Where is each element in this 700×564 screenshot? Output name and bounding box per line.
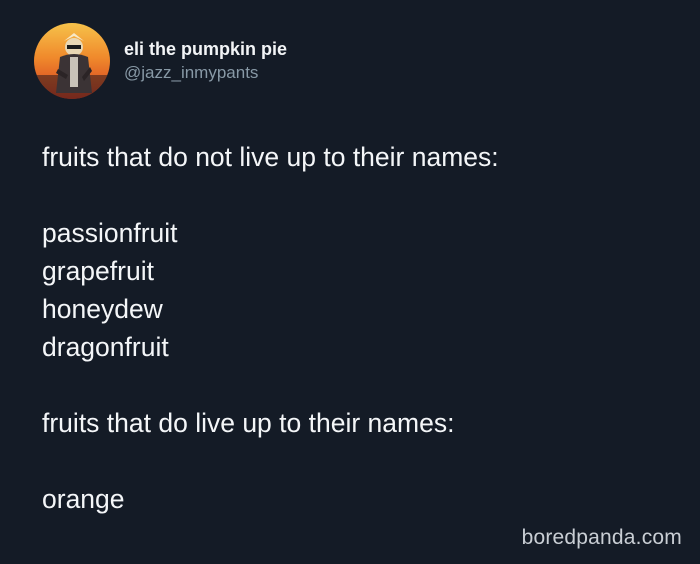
profile-avatar-icon [34, 23, 110, 99]
display-name[interactable]: eli the pumpkin pie [124, 37, 287, 61]
watermark: boredpanda.com [521, 526, 682, 549]
list-item: dragonfruit [42, 332, 169, 362]
list-item: grapefruit [42, 256, 154, 286]
list-item: orange [42, 484, 125, 514]
list-item: passionfruit [42, 218, 178, 248]
tweet-text: fruits that do not live up to their name… [42, 138, 682, 518]
list-item: honeydew [42, 294, 163, 324]
user-handle[interactable]: @jazz_inmypants [124, 61, 287, 85]
tweet-card: eli the pumpkin pie @jazz_inmypants frui… [0, 0, 700, 564]
tweet-header: eli the pumpkin pie @jazz_inmypants [34, 22, 287, 100]
heading-do-live-up: fruits that do live up to their names: [42, 408, 455, 438]
author-names: eli the pumpkin pie @jazz_inmypants [124, 37, 287, 85]
avatar[interactable] [34, 23, 110, 99]
heading-not-live-up: fruits that do not live up to their name… [42, 142, 499, 172]
